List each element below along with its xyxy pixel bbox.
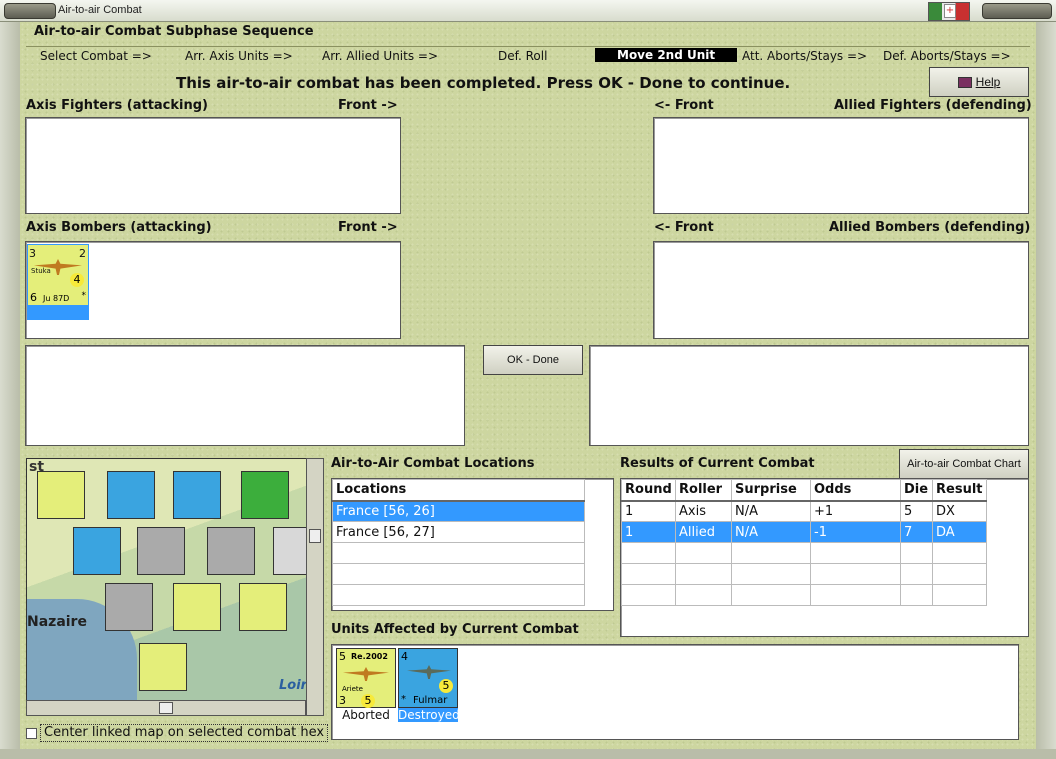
map-unit-counter[interactable] bbox=[73, 527, 121, 575]
scroll-thumb[interactable] bbox=[309, 529, 321, 543]
window-frame-right bbox=[1036, 22, 1056, 759]
result-row bbox=[621, 563, 987, 585]
map-unit-counter[interactable] bbox=[173, 471, 221, 519]
map-label-nazaire: Nazaire bbox=[27, 614, 87, 630]
axis-fighters-box[interactable] bbox=[25, 117, 401, 214]
location-row bbox=[332, 584, 585, 606]
status-message: This air-to-air combat has been complete… bbox=[176, 74, 791, 92]
map-unit-counter[interactable] bbox=[173, 583, 221, 631]
unit-star: * bbox=[81, 291, 87, 301]
center-checkbox-label[interactable]: Center linked map on selected combat hex bbox=[40, 724, 328, 742]
results-table: Round Roller Surprise Odds Die Result 1A… bbox=[620, 478, 1029, 637]
combat-chart-button[interactable]: Air-to-air Combat Chart bbox=[899, 449, 1029, 479]
axis-bombers-front: Front -> bbox=[338, 220, 398, 235]
axis-info-box bbox=[25, 345, 465, 446]
map-unit-counter[interactable] bbox=[105, 583, 153, 631]
map-horizontal-scrollbar[interactable] bbox=[26, 700, 306, 716]
locations-title: Air-to-Air Combat Locations bbox=[331, 456, 535, 471]
col-surprise: Surprise bbox=[731, 479, 811, 502]
allied-bombers-box[interactable] bbox=[653, 241, 1029, 339]
subphase-title: Air-to-air Combat Subphase Sequence bbox=[34, 24, 314, 39]
step-def-roll: Def. Roll bbox=[498, 49, 548, 63]
allied-fighters-label: Allied Fighters (defending) bbox=[834, 98, 1032, 113]
help-label: Help bbox=[975, 75, 1001, 89]
linked-map[interactable]: st Nazaire Loir bbox=[26, 458, 324, 716]
axis-bomber-unit[interactable]: 3 2 Stuka 4 6 Ju 87D * bbox=[27, 244, 89, 320]
map-unit-counter[interactable] bbox=[139, 643, 187, 691]
ok-done-button[interactable]: OK - Done bbox=[483, 345, 583, 375]
map-unit-counter[interactable] bbox=[107, 471, 155, 519]
window-control-button[interactable] bbox=[982, 3, 1052, 19]
step-arr-axis: Arr. Axis Units => bbox=[185, 49, 293, 63]
map-vertical-scrollbar[interactable] bbox=[306, 458, 324, 716]
map-unit-counter[interactable] bbox=[239, 583, 287, 631]
step-select-combat: Select Combat => bbox=[40, 49, 152, 63]
window-title: Air-to-air Combat bbox=[58, 4, 142, 16]
unit-model: Ju 87D bbox=[43, 294, 70, 303]
allied-bombers-front: <- Front bbox=[654, 220, 714, 235]
center-checkbox[interactable] bbox=[26, 728, 37, 739]
title-bar: Air-to-air Combat + bbox=[0, 0, 1056, 22]
location-row[interactable]: France [56, 27] bbox=[332, 521, 585, 543]
col-round: Round bbox=[621, 479, 676, 502]
window-frame-bottom bbox=[0, 749, 1056, 759]
unit-top-right: 2 bbox=[79, 247, 86, 260]
unit-bottom-left: 6 bbox=[30, 291, 37, 304]
axis-fighters-front: Front -> bbox=[338, 98, 398, 113]
affected-unit-ariete[interactable]: 5 Re.2002 Ariete 3 5 bbox=[336, 648, 396, 708]
affected-status-destroyed: Destroyed bbox=[398, 708, 460, 722]
allied-bombers-label: Allied Bombers (defending) bbox=[829, 220, 1031, 235]
help-icon bbox=[957, 77, 972, 89]
unit-value: 4 bbox=[70, 273, 84, 287]
axis-fighters-label: Axis Fighters (attacking) bbox=[26, 98, 208, 113]
window-frame-left bbox=[0, 22, 20, 759]
affected-status-aborted: Aborted bbox=[342, 708, 390, 722]
affected-unit-fulmar[interactable]: 4 5 Fulmar * bbox=[398, 648, 458, 708]
help-button[interactable]: Help bbox=[929, 67, 1029, 97]
result-row[interactable]: 1 Axis N/A +1 5 DX bbox=[621, 500, 987, 522]
subphase-sequence: Select Combat => Arr. Axis Units => Arr.… bbox=[26, 46, 1030, 66]
affected-title: Units Affected by Current Combat bbox=[331, 622, 579, 637]
map-label-loire: Loir bbox=[279, 678, 308, 693]
unit-selection-bar bbox=[28, 305, 88, 319]
allied-fighters-box[interactable] bbox=[653, 117, 1029, 214]
col-roller: Roller bbox=[675, 479, 732, 502]
location-row[interactable]: France [56, 26] bbox=[332, 500, 585, 522]
location-row bbox=[332, 563, 585, 585]
step-att-aborts: Att. Aborts/Stays => bbox=[742, 49, 868, 63]
locations-list[interactable]: Locations France [56, 26] France [56, 27… bbox=[331, 478, 614, 611]
unit-top-left: 3 bbox=[29, 247, 36, 260]
map-unit-counter[interactable] bbox=[37, 471, 85, 519]
step-arr-allied: Arr. Allied Units => bbox=[322, 49, 439, 63]
allied-info-box bbox=[589, 345, 1029, 446]
close-icon[interactable]: + bbox=[944, 4, 956, 18]
axis-bombers-label: Axis Bombers (attacking) bbox=[26, 220, 212, 235]
aircraft-icon bbox=[407, 665, 451, 679]
col-result: Result bbox=[932, 479, 987, 502]
step-move-2nd-unit: Move 2nd Unit bbox=[595, 48, 738, 62]
result-row bbox=[621, 584, 987, 606]
map-unit-counter[interactable] bbox=[207, 527, 255, 575]
location-row bbox=[332, 542, 585, 564]
affected-units-box: 5 Re.2002 Ariete 3 5 Aborted 4 5 Fulmar … bbox=[331, 644, 1019, 740]
result-row bbox=[621, 542, 987, 564]
step-def-aborts: Def. Aborts/Stays => bbox=[883, 49, 1011, 63]
map-unit-counter[interactable] bbox=[137, 527, 185, 575]
allied-fighters-front: <- Front bbox=[654, 98, 714, 113]
locations-header: Locations bbox=[332, 479, 585, 502]
system-menu-button[interactable] bbox=[4, 3, 56, 19]
map-unit-counter[interactable] bbox=[241, 471, 289, 519]
scroll-thumb[interactable] bbox=[159, 702, 173, 714]
unit-name: Stuka bbox=[31, 267, 51, 275]
result-row[interactable]: 1 Allied N/A -1 7 DA bbox=[621, 521, 987, 543]
results-title: Results of Current Combat bbox=[620, 456, 815, 471]
col-die: Die bbox=[900, 479, 933, 502]
aircraft-icon bbox=[343, 667, 389, 681]
col-odds: Odds bbox=[810, 479, 901, 502]
